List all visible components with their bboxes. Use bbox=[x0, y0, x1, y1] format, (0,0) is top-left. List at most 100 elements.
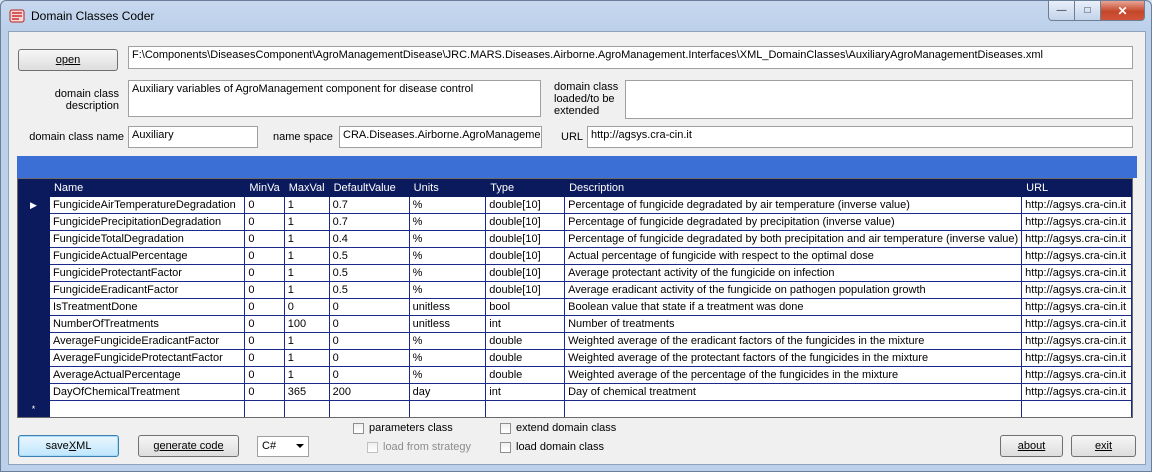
table-cell[interactable]: FungicideAirTemperatureDegradation bbox=[49, 196, 246, 214]
table-cell[interactable]: 200 bbox=[329, 383, 410, 401]
table-cell[interactable]: Number of treatments bbox=[564, 315, 1023, 333]
table-cell[interactable]: NumberOfTreatments bbox=[49, 315, 246, 333]
table-cell[interactable]: FungicideEradicantFactor bbox=[49, 281, 246, 299]
table-row[interactable]: FungicideEradicantFactor 0 1 0.5% double[10]… bbox=[18, 281, 1132, 299]
table-cell[interactable]: http://agsys.cra-cin.it bbox=[1021, 349, 1132, 367]
table-cell[interactable]: % bbox=[409, 196, 487, 214]
column-header[interactable]: Type bbox=[485, 179, 566, 197]
table-cell[interactable]: double[10] bbox=[485, 264, 566, 282]
table-cell[interactable]: day bbox=[409, 383, 487, 401]
table-cell[interactable]: double bbox=[485, 366, 566, 384]
table-cell[interactable]: FungicideActualPercentage bbox=[49, 247, 246, 265]
table-cell[interactable]: double bbox=[485, 349, 566, 367]
table-cell[interactable]: 0 bbox=[329, 366, 410, 384]
table-cell[interactable]: 0 bbox=[244, 281, 285, 299]
table-cell[interactable]: 1 bbox=[284, 332, 330, 350]
table-cell[interactable]: http://agsys.cra-cin.it bbox=[1021, 230, 1132, 248]
table-cell[interactable]: % bbox=[409, 349, 487, 367]
file-path-field[interactable]: F:\Components\DiseasesComponent\AgroMana… bbox=[128, 46, 1133, 69]
table-cell[interactable]: Weighted average of the protectant facto… bbox=[564, 349, 1023, 367]
table-row[interactable]: FungicidePrecipitationDegradation 0 1 0.7% d… bbox=[18, 213, 1132, 231]
row-header[interactable] bbox=[18, 247, 50, 265]
table-row[interactable]: FungicideProtectantFactor 0 1 0.5% double[10… bbox=[18, 264, 1132, 282]
table-cell[interactable]: http://agsys.cra-cin.it bbox=[1021, 383, 1132, 401]
table-cell[interactable]: Actual percentage of fungicide with resp… bbox=[564, 247, 1023, 265]
new-row[interactable]: * bbox=[18, 400, 1132, 417]
table-cell[interactable]: 1 bbox=[284, 264, 330, 282]
column-header[interactable]: DefaultValue bbox=[329, 179, 410, 197]
table-cell[interactable]: 100 bbox=[284, 315, 330, 333]
table-cell[interactable]: http://agsys.cra-cin.it bbox=[1021, 281, 1132, 299]
table-cell[interactable]: 0 bbox=[244, 383, 285, 401]
table-cell[interactable]: FungicideTotalDegradation bbox=[49, 230, 246, 248]
row-header[interactable] bbox=[18, 281, 50, 299]
table-cell[interactable]: 0 bbox=[329, 332, 410, 350]
table-cell[interactable]: 0 bbox=[244, 264, 285, 282]
table-cell[interactable]: % bbox=[409, 281, 487, 299]
table-cell[interactable]: Weighted average of the eradicant factor… bbox=[564, 332, 1023, 350]
column-header[interactable]: Name bbox=[49, 179, 246, 197]
table-row[interactable]: AverageActualPercentage 0 1 0% double Weighte… bbox=[18, 366, 1132, 384]
row-header[interactable] bbox=[18, 298, 50, 316]
table-cell[interactable] bbox=[244, 400, 285, 417]
variables-grid[interactable]: Name MinVa MaxVal DefaultValue Units Typ… bbox=[17, 178, 1133, 418]
table-cell[interactable]: 0.5 bbox=[329, 247, 410, 265]
row-header[interactable] bbox=[18, 366, 50, 384]
table-cell[interactable]: 0 bbox=[244, 366, 285, 384]
table-cell[interactable]: double[10] bbox=[485, 230, 566, 248]
table-cell[interactable]: 0.4 bbox=[329, 230, 410, 248]
table-cell[interactable]: unitless bbox=[409, 298, 487, 316]
table-row[interactable]: ▶ FungicideAirTemperatureDegradation 0 1 0.7… bbox=[18, 196, 1132, 214]
table-cell[interactable]: 0 bbox=[329, 349, 410, 367]
load-from-strategy-checkbox[interactable]: load from strategy bbox=[367, 441, 471, 453]
table-cell[interactable]: Weighted average of the percentage of th… bbox=[564, 366, 1023, 384]
table-cell[interactable]: http://agsys.cra-cin.it bbox=[1021, 332, 1132, 350]
table-cell[interactable]: http://agsys.cra-cin.it bbox=[1021, 315, 1132, 333]
table-cell[interactable]: % bbox=[409, 230, 487, 248]
table-cell[interactable]: % bbox=[409, 264, 487, 282]
table-cell[interactable] bbox=[329, 400, 410, 417]
row-header[interactable] bbox=[18, 315, 50, 333]
column-header[interactable]: Units bbox=[409, 179, 487, 197]
row-header[interactable]: ▶ bbox=[18, 196, 50, 214]
table-cell[interactable]: Day of chemical treatment bbox=[564, 383, 1023, 401]
row-header[interactable] bbox=[18, 213, 50, 231]
table-cell[interactable] bbox=[485, 400, 566, 417]
table-cell[interactable]: http://agsys.cra-cin.it bbox=[1021, 247, 1132, 265]
table-cell[interactable]: http://agsys.cra-cin.it bbox=[1021, 213, 1132, 231]
table-cell[interactable]: Average protectant activity of the fungi… bbox=[564, 264, 1023, 282]
table-cell[interactable]: Percentage of fungicide degradated by pr… bbox=[564, 213, 1023, 231]
table-cell[interactable]: 1 bbox=[284, 196, 330, 214]
table-cell[interactable]: int bbox=[485, 315, 566, 333]
table-cell[interactable]: FungicidePrecipitationDegradation bbox=[49, 213, 246, 231]
namespace-field[interactable]: CRA.Diseases.Airborne.AgroManagement bbox=[339, 126, 542, 148]
table-cell[interactable]: 0 bbox=[244, 247, 285, 265]
row-header[interactable] bbox=[18, 230, 50, 248]
minimize-button[interactable]: — bbox=[1048, 1, 1075, 21]
column-header[interactable]: MaxVal bbox=[284, 179, 330, 197]
table-cell[interactable]: 0 bbox=[329, 298, 410, 316]
about-button[interactable]: about bbox=[1000, 435, 1063, 457]
table-cell[interactable]: IsTreatmentDone bbox=[49, 298, 246, 316]
load-domain-class-checkbox[interactable]: load domain class bbox=[500, 441, 604, 453]
maximize-button[interactable]: □ bbox=[1075, 1, 1101, 21]
table-row[interactable]: DayOfChemicalTreatment 0 365 200 day int Day o… bbox=[18, 383, 1132, 401]
table-cell[interactable]: 0.5 bbox=[329, 281, 410, 299]
table-cell[interactable]: 0 bbox=[244, 230, 285, 248]
table-row[interactable]: AverageFungicideProtectantFactor 0 1 0% doub… bbox=[18, 349, 1132, 367]
table-cell[interactable]: int bbox=[485, 383, 566, 401]
loaded-field[interactable] bbox=[625, 80, 1133, 119]
description-field[interactable]: Auxiliary variables of AgroManagement co… bbox=[128, 80, 541, 117]
table-cell[interactable]: FungicideProtectantFactor bbox=[49, 264, 246, 282]
column-header[interactable]: Description bbox=[564, 179, 1023, 197]
row-header[interactable] bbox=[18, 264, 50, 282]
table-row[interactable]: NumberOfTreatments 0 100 0 unitless int Number… bbox=[18, 315, 1132, 333]
table-cell[interactable]: http://agsys.cra-cin.it bbox=[1021, 264, 1132, 282]
table-cell[interactable]: Percentage of fungicide degradated by ai… bbox=[564, 196, 1023, 214]
table-cell[interactable]: 365 bbox=[284, 383, 330, 401]
save-xml-button[interactable]: save X ML bbox=[18, 435, 119, 457]
table-row[interactable]: IsTreatmentDone 0 0 0 unitless bool Boolean va… bbox=[18, 298, 1132, 316]
table-cell[interactable]: unitless bbox=[409, 315, 487, 333]
table-cell[interactable]: 1 bbox=[284, 366, 330, 384]
table-cell[interactable]: double[10] bbox=[485, 213, 566, 231]
